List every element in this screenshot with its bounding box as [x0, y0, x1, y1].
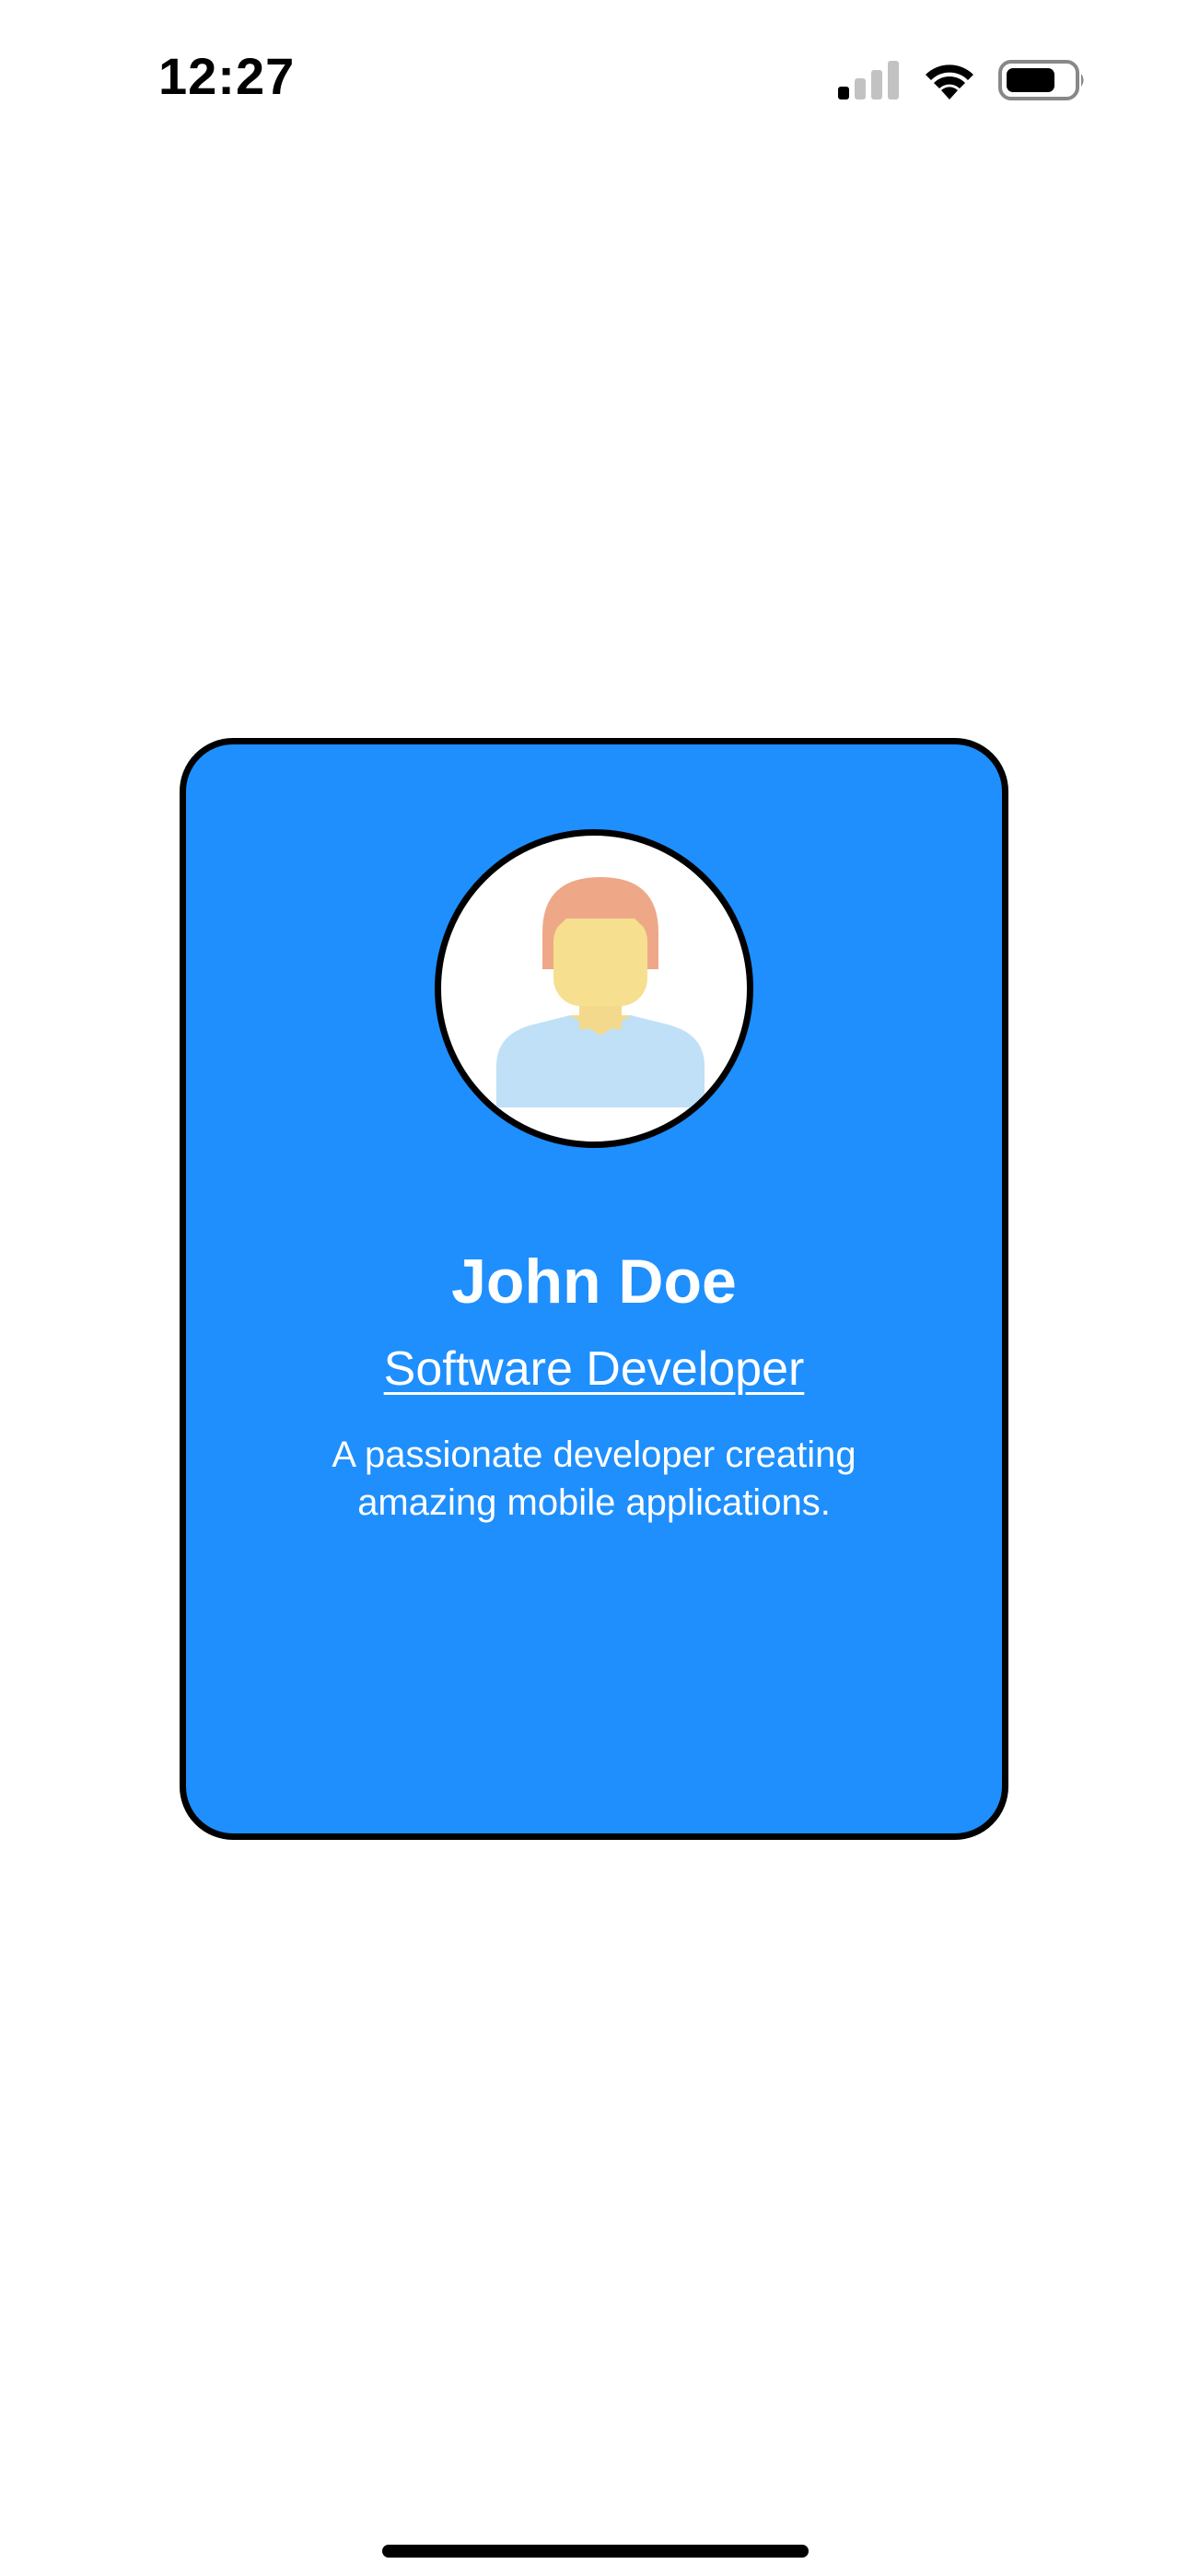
battery-icon: [998, 60, 1084, 100]
profile-bio: A passionate developer creating amazing …: [332, 1434, 856, 1523]
wifi-icon: [926, 64, 973, 100]
avatar[interactable]: [435, 829, 753, 1148]
home-indicator[interactable]: [382, 2545, 809, 2558]
profile-card: John Doe Software Developer A passionate…: [180, 738, 1008, 1840]
profile-name: John Doe: [451, 1247, 737, 1317]
profile-title-link[interactable]: Software Developer: [186, 1341, 1002, 1397]
user-avatar-icon: [496, 877, 705, 1107]
screen: 12:27 John Doe Software Developer A pass…: [0, 0, 1188, 2576]
cellular-signal-icon: [838, 61, 899, 100]
status-icons: [836, 57, 1087, 103]
status-time: 12:27: [158, 47, 296, 105]
